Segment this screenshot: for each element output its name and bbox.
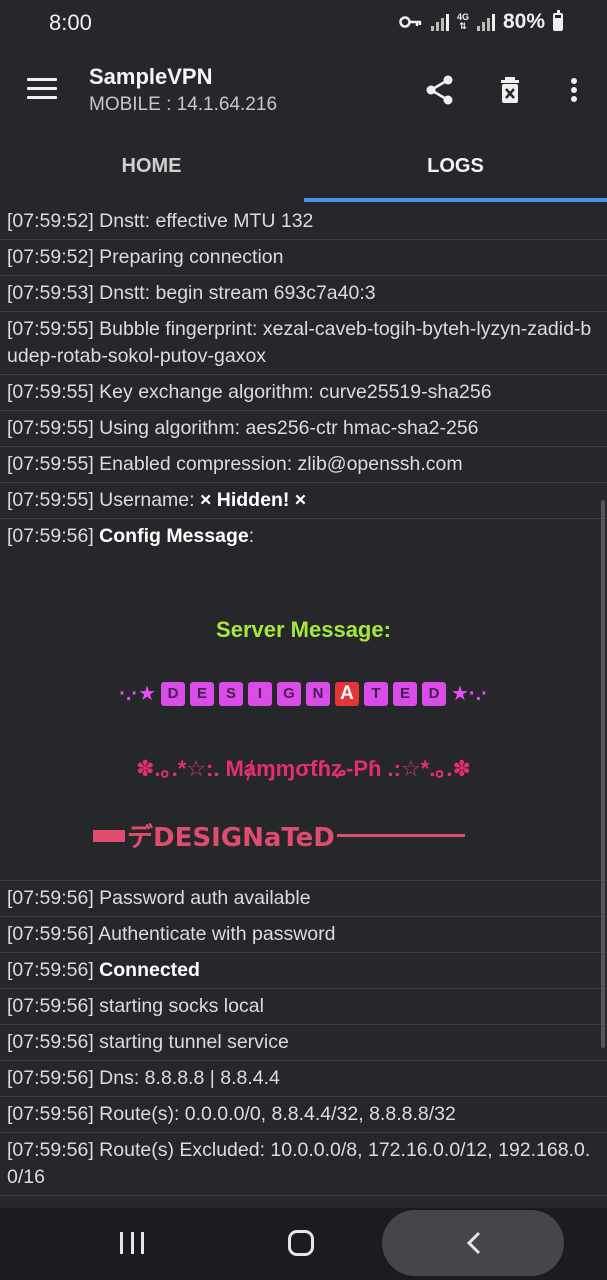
signal-icon-2 (476, 13, 495, 31)
app-subtitle: MOBILE : 14.1.64.216 (89, 94, 278, 115)
log-row: [07:59:53] Dnstt: begin stream 693c7a40:… (0, 276, 607, 312)
log-row: [07:59:55] Enabled compression: zlib@ope… (0, 447, 607, 483)
back-icon[interactable] (462, 1230, 488, 1256)
more-vert-icon[interactable] (560, 74, 592, 106)
tab-home[interactable]: HOME (0, 134, 303, 198)
vpn-key-icon (399, 16, 422, 28)
log-row: [07:59:52] Dnstt: effective MTU 132 (0, 204, 607, 240)
status-icons: 4G ⇅ 80% (399, 10, 563, 34)
signal-icon (430, 13, 449, 31)
log-row: [07:59:56] Route(s) Excluded: 10.0.0.0/8… (0, 1133, 607, 1196)
log-row: [07:59:56] starting socks local (0, 989, 607, 1025)
log-row: [07:59:56] starting tunnel service (0, 1025, 607, 1061)
log-row: [07:59:56] Connected (0, 953, 607, 989)
log-row: [07:59:56] Password auth available (0, 881, 607, 917)
network-type-icon: 4G ⇅ (456, 12, 469, 31)
scrollbar[interactable] (601, 500, 605, 1048)
log-row: [07:59:56] Route(s): 0.0.0.0/0, 8.8.4.4/… (0, 1097, 607, 1133)
log-row: [07:59:56] Dns: 8.8.8.8 | 8.8.4.4 (0, 1061, 607, 1097)
status-time: 8:00 (49, 10, 92, 35)
battery-percent: 80% (502, 10, 545, 33)
log-row: [07:59:52] Preparing connection (0, 240, 607, 276)
server-message-signature: デDESIGNaTeD (93, 817, 465, 854)
tab-bar: HOME LOGS (0, 134, 607, 202)
log-row: [07:59:56] Config Message: (7, 525, 255, 547)
app-bar: SampleVPN MOBILE : 14.1.64.216 (0, 48, 607, 134)
hidden-username: × Hidden! × (199, 489, 307, 511)
log-row: [07:59:55] Using algorithm: aes256-ctr h… (0, 411, 607, 447)
tab-logs[interactable]: LOGS (304, 134, 607, 198)
recents-icon[interactable] (120, 1232, 144, 1254)
log-row: [07:59:55] Key exchange algorithm: curve… (0, 375, 607, 411)
share-icon[interactable] (424, 74, 456, 106)
log-row: [07:59:55] Bubble fingerprint: xezal-cav… (0, 312, 607, 375)
config-message: [07:59:56] Config Message: Server Messag… (0, 519, 607, 881)
log-row: [07:59:55] Username: × Hidden! × (0, 483, 607, 519)
tab-indicator (304, 198, 607, 202)
log-list[interactable]: [07:59:52] Dnstt: effective MTU 132 [07:… (0, 204, 607, 1208)
app-title: SampleVPN (89, 64, 213, 89)
server-message-title: Server Message: (216, 617, 391, 642)
system-nav-bar (0, 1208, 607, 1280)
battery-icon (553, 10, 563, 31)
home-icon[interactable] (288, 1230, 314, 1256)
back-button[interactable] (382, 1210, 564, 1276)
trash-icon[interactable] (496, 74, 528, 106)
server-message-banner: ·.·★ D E S I G N A T E D ★·.· (119, 681, 488, 706)
log-row: [07:59:56] Authenticate with password (0, 917, 607, 953)
status-bar: 8:00 4G ⇅ 80% (0, 0, 607, 48)
menu-icon[interactable] (27, 78, 57, 100)
server-message-author: ✽.｡.*☆:. Mⱥɱɱσƭɦʑ-Pɦ .:☆*.｡.✽ (136, 756, 471, 781)
